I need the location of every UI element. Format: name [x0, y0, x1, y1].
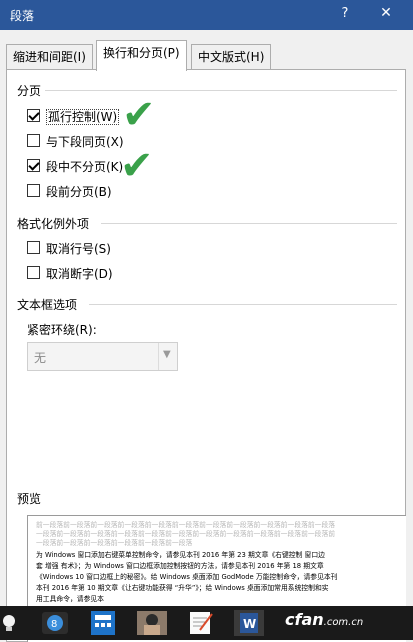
watermark-logo: cfan.com.cn — [285, 610, 364, 629]
checkbox-icon — [27, 159, 40, 172]
tight-wrap-label: 紧密环绕(R): — [27, 323, 97, 337]
page-break-before-checkbox[interactable]: 段前分页(B) — [27, 183, 112, 201]
exceptions-heading: 格式化例外项 — [17, 217, 90, 231]
checkbox-label: 孤行控制(W) — [46, 109, 120, 125]
close-button[interactable]: ✕ — [378, 5, 394, 21]
chevron-down-icon: ▼ — [163, 349, 171, 360]
tab-asian-typography[interactable]: 中文版式(H) — [191, 44, 272, 70]
keep-with-next-checkbox[interactable]: 与下段同页(X) — [27, 133, 124, 151]
photo-thumbnail-icon[interactable] — [136, 610, 168, 636]
tight-wrap-select[interactable]: 无 ▼ — [27, 342, 178, 371]
checkbox-icon — [27, 184, 40, 197]
no-hyphenation-checkbox[interactable]: 取消断字(D) — [27, 265, 113, 283]
tab-line-page-breaks[interactable]: 换行和分页(P) — [96, 40, 187, 71]
preview-line: 用工具命令，请参见本 — [36, 595, 104, 603]
widow-control-checkbox[interactable]: 孤行控制(W) — [27, 108, 120, 126]
svg-text:W: W — [243, 617, 256, 631]
preview-line: 本刊 2016 年第 10 期文章《让右键功能获得 “升华”》；给 Window… — [36, 584, 329, 592]
textbox-heading: 文本框选项 — [17, 298, 78, 312]
preview-line: 《Windows 10 窗口边框上的秘密》。给 Windows 桌面添加 God… — [36, 573, 338, 581]
preview-line: 套 增强 有术》；为 Windows 窗口边框添加控制按钮的方法，请参见本刊 2… — [36, 562, 324, 570]
suppress-line-numbers-checkbox[interactable]: 取消行号(S) — [27, 240, 111, 258]
preview-line: 前一段落前一段落前一段落前一段落前一段落前一段落前一段落前一段落前一段落前一段落… — [36, 521, 336, 529]
checkbox-label: 取消行号(S) — [46, 242, 111, 256]
tab-strip: 缩进和间距(I) 换行和分页(P) 中文版式(H) — [0, 30, 413, 71]
checkbox-label: 与下段同页(X) — [46, 135, 124, 149]
svg-text:8: 8 — [51, 619, 57, 630]
tab-panel: 分页 孤行控制(W) 与下段同页(X) 段中不分页(K) 段前分页(B) ✔ ✔… — [6, 69, 406, 642]
tight-wrap-value: 无 — [34, 351, 47, 365]
divider — [101, 223, 397, 224]
dialog-title-bar: 段落 ? ✕ — [0, 0, 413, 30]
tab-indents-spacing[interactable]: 缩进和间距(I) — [6, 44, 93, 70]
preview-line: 一段落前一段落前一段落前一段落前一段落前一段落前一段落前一段落前一段落前一段落前… — [36, 530, 336, 538]
green-check-icon: ✔ — [122, 92, 156, 138]
app-badge-icon[interactable]: 8 — [40, 610, 70, 636]
checkbox-label: 段中不分页(K) — [46, 160, 124, 174]
checkbox-icon — [27, 241, 40, 254]
checkbox-icon — [27, 266, 40, 279]
help-button[interactable]: ? — [338, 6, 352, 21]
pagination-heading: 分页 — [17, 84, 42, 98]
checkbox-icon — [27, 134, 40, 147]
dialog-title: 段落 — [10, 9, 35, 23]
green-check-icon: ✔ — [120, 143, 154, 189]
lightbulb-icon[interactable] — [0, 610, 24, 636]
notepad-icon[interactable] — [186, 610, 216, 636]
calculator-icon[interactable] — [88, 610, 118, 636]
checkbox-icon — [27, 109, 40, 122]
dropdown-arrow: ▼ — [158, 343, 177, 370]
checkbox-label: 取消断字(D) — [46, 267, 113, 281]
word-icon[interactable]: W — [234, 610, 264, 636]
preview-line: 为 Windows 窗口添加右键菜单控制命令，请参见本刊 2016 年第 23 … — [36, 551, 325, 559]
divider — [89, 304, 397, 305]
preview-line: 一段落前一段落前一段落前一段落前一段落前一段落 — [36, 539, 193, 547]
checkbox-label: 段前分页(B) — [46, 185, 112, 199]
divider — [45, 90, 397, 91]
preview-heading: 预览 — [17, 492, 42, 506]
keep-lines-together-checkbox[interactable]: 段中不分页(K) — [27, 158, 123, 176]
